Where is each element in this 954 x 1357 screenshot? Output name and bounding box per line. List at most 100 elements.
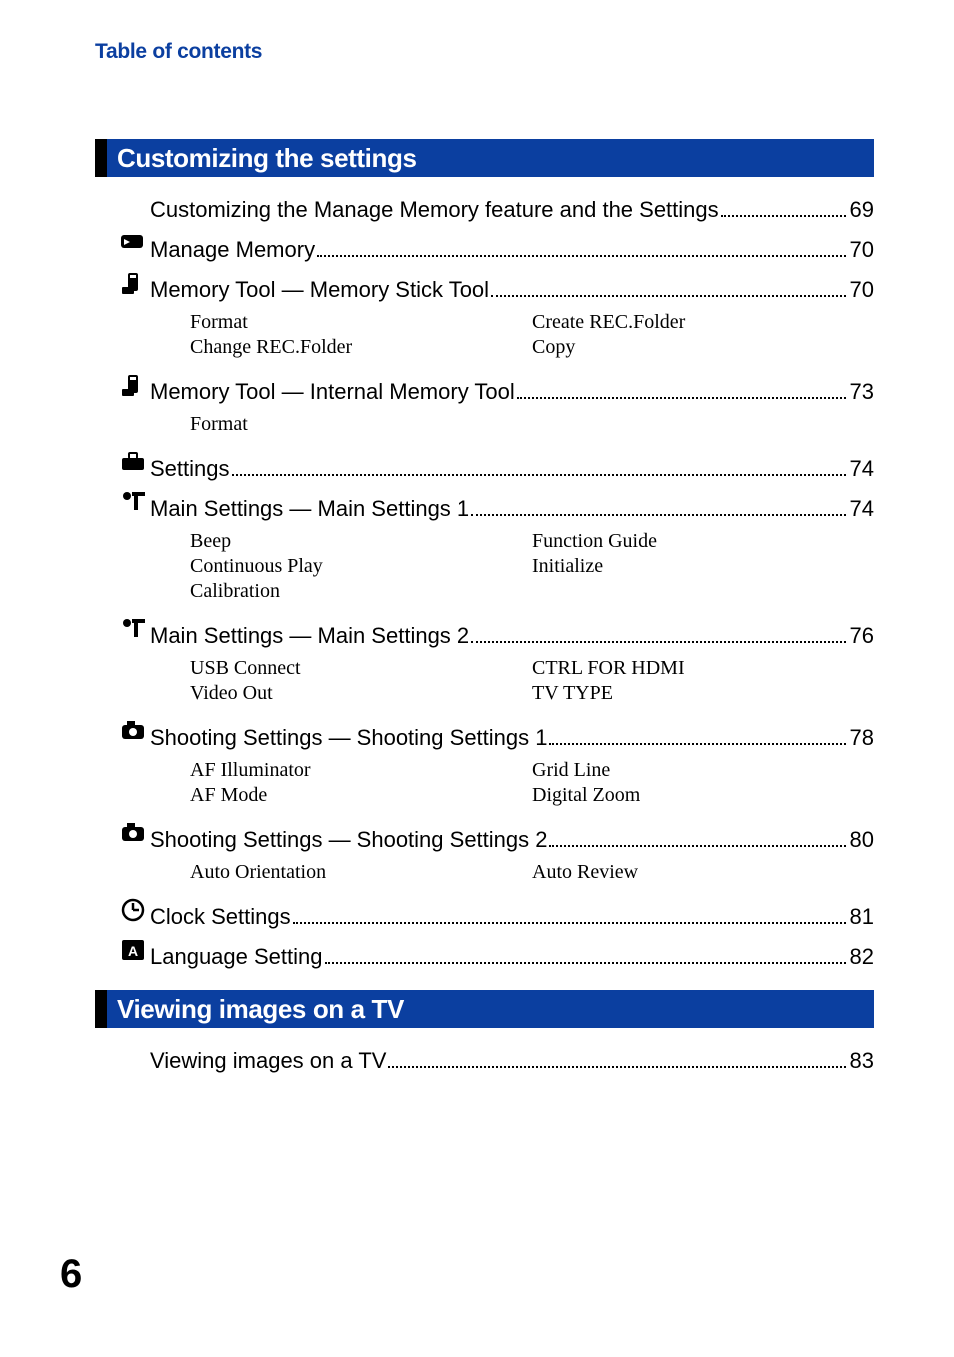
toc-subitem[interactable]: AF Mode — [190, 784, 532, 807]
toc-entry-page: 80 — [850, 827, 874, 853]
toc-row[interactable]: Main Settings — Main Settings 2 76 — [150, 615, 874, 649]
toc-subitems: USB ConnectVideo OutCTRL FOR HDMITV TYPE — [190, 655, 874, 707]
toc-leader — [549, 825, 845, 847]
toc-subitem[interactable]: Digital Zoom — [532, 784, 874, 807]
section-bar: Viewing images on a TV — [107, 990, 874, 1028]
toc-entry-title: Shooting Settings — Shooting Settings 2 — [150, 827, 547, 853]
toc-subitem[interactable]: Function Guide — [532, 530, 874, 553]
settings-icon — [115, 448, 150, 476]
toc-subitems-right: Function GuideInitialize — [532, 528, 874, 605]
toc-subitems-left: Format — [190, 411, 532, 438]
toc-subitem[interactable]: Grid Line — [532, 759, 874, 782]
toc-subitem[interactable]: TV TYPE — [532, 682, 874, 705]
toc-row[interactable]: Clock Settings 81 — [150, 896, 874, 930]
toc-subitems: Format — [190, 411, 874, 438]
toc-entry-title: Language Setting — [150, 944, 323, 970]
toc-leader — [325, 942, 846, 964]
toc-row[interactable]: Main Settings — Main Settings 1 74 — [150, 488, 874, 522]
toc-subitems: BeepContinuous PlayCalibrationFunction G… — [190, 528, 874, 605]
toc-entry-page: 73 — [850, 379, 874, 405]
toc-subitems-right — [532, 411, 874, 438]
toc-subitem[interactable]: Create REC.Folder — [532, 311, 874, 334]
toc-leader — [517, 377, 846, 399]
entries: Customizing the Manage Memory feature an… — [95, 195, 874, 970]
section-accent — [95, 139, 107, 177]
toc-subitems-left: AF IlluminatorAF Mode — [190, 757, 532, 809]
toc-subitems-left: Auto Orientation — [190, 859, 532, 886]
toc-subitem[interactable]: Continuous Play — [190, 555, 532, 578]
toc-subitem[interactable]: Format — [190, 413, 532, 436]
toc-leader — [232, 454, 846, 476]
toc-row[interactable]: Shooting Settings — Shooting Settings 2 … — [150, 819, 874, 853]
section-block: Customizing the settings Customizing the … — [95, 139, 874, 970]
toc-leader — [293, 902, 846, 924]
toc-entry-page: 70 — [850, 277, 874, 303]
toc-subitem[interactable]: Auto Review — [532, 861, 874, 884]
toc-leader — [317, 235, 845, 257]
toc-subitems: FormatChange REC.FolderCreate REC.Folder… — [190, 309, 874, 361]
toc-row[interactable]: Manage Memory 70 — [150, 229, 874, 263]
toc-entry-page: 83 — [850, 1048, 874, 1074]
toc-entry-page: 69 — [850, 197, 874, 223]
entries: Viewing images on a TV 83 — [95, 1046, 874, 1074]
toc-entry-page: 76 — [850, 623, 874, 649]
toc-subitem[interactable]: AF Illuminator — [190, 759, 532, 782]
toc-row[interactable]: Settings 74 — [150, 448, 874, 482]
toc-subitem[interactable]: Initialize — [532, 555, 874, 578]
toc-subitems-left: FormatChange REC.Folder — [190, 309, 532, 361]
toc-entry-title: Main Settings — Main Settings 1 — [150, 496, 469, 522]
section-accent — [95, 990, 107, 1028]
toc-entry-page: 78 — [850, 725, 874, 751]
toc-row[interactable]: Shooting Settings — Shooting Settings 1 … — [150, 717, 874, 751]
toc-leader — [491, 275, 845, 297]
toc-row[interactable]: Memory Tool — Memory Stick Tool 70 — [150, 269, 874, 303]
clock-icon — [115, 896, 150, 924]
section-block: Viewing images on a TVViewing images on … — [95, 990, 874, 1074]
toc-subitem[interactable]: CTRL FOR HDMI — [532, 657, 874, 680]
section-title: Customizing the settings — [95, 139, 874, 177]
toc-row[interactable]: Memory Tool — Internal Memory Tool 73 — [150, 371, 874, 405]
toc-leader — [549, 723, 845, 745]
toc-subitems-left: USB ConnectVideo Out — [190, 655, 532, 707]
toc-subitems-right: Grid LineDigital Zoom — [532, 757, 874, 809]
camera-icon — [115, 819, 150, 847]
section-bar: Customizing the settings — [107, 139, 874, 177]
toc-entry-title: Shooting Settings — Shooting Settings 1 — [150, 725, 547, 751]
toc-subitem[interactable]: Video Out — [190, 682, 532, 705]
toc-leader — [471, 621, 845, 643]
toc-entry-title: Clock Settings — [150, 904, 291, 930]
toc-subitem[interactable]: Change REC.Folder — [190, 336, 532, 359]
toc-subitem[interactable]: Beep — [190, 530, 532, 553]
toc-entry-page: 74 — [850, 456, 874, 482]
memory-tool-icon — [115, 269, 150, 297]
section-title: Viewing images on a TV — [95, 990, 874, 1028]
toc-entry-page: 74 — [850, 496, 874, 522]
toc-subitems-right: Auto Review — [532, 859, 874, 886]
toc-leader — [388, 1046, 845, 1068]
toc-subitem[interactable]: Format — [190, 311, 532, 334]
memory-tool-icon — [115, 371, 150, 399]
toc-entry-page: 70 — [850, 237, 874, 263]
page-number: 6 — [60, 1252, 82, 1297]
language-icon — [115, 936, 150, 964]
toc-entry-page: 81 — [850, 904, 874, 930]
toc-subitem[interactable]: Auto Orientation — [190, 861, 532, 884]
toc-entry-title: Main Settings — Main Settings 2 — [150, 623, 469, 649]
main-settings-icon — [115, 488, 150, 516]
toc-entry-title: Memory Tool — Internal Memory Tool — [150, 379, 515, 405]
main-settings-icon — [115, 615, 150, 643]
toc-entry-page: 82 — [850, 944, 874, 970]
toc-entry-title: Viewing images on a TV — [150, 1048, 386, 1074]
toc-subitems: AF IlluminatorAF ModeGrid LineDigital Zo… — [190, 757, 874, 809]
manage-icon — [115, 229, 150, 257]
toc-subitem[interactable]: USB Connect — [190, 657, 532, 680]
toc-subitems: Auto OrientationAuto Review — [190, 859, 874, 886]
toc-subitem[interactable]: Copy — [532, 336, 874, 359]
toc-subitems-right: CTRL FOR HDMITV TYPE — [532, 655, 874, 707]
toc-leader — [721, 195, 846, 217]
toc-row[interactable]: Language Setting 82 — [150, 936, 874, 970]
toc-row[interactable]: Customizing the Manage Memory feature an… — [150, 195, 874, 223]
toc-row[interactable]: Viewing images on a TV 83 — [150, 1046, 874, 1074]
toc-entry-title: Customizing the Manage Memory feature an… — [150, 197, 719, 223]
toc-subitem[interactable]: Calibration — [190, 580, 532, 603]
